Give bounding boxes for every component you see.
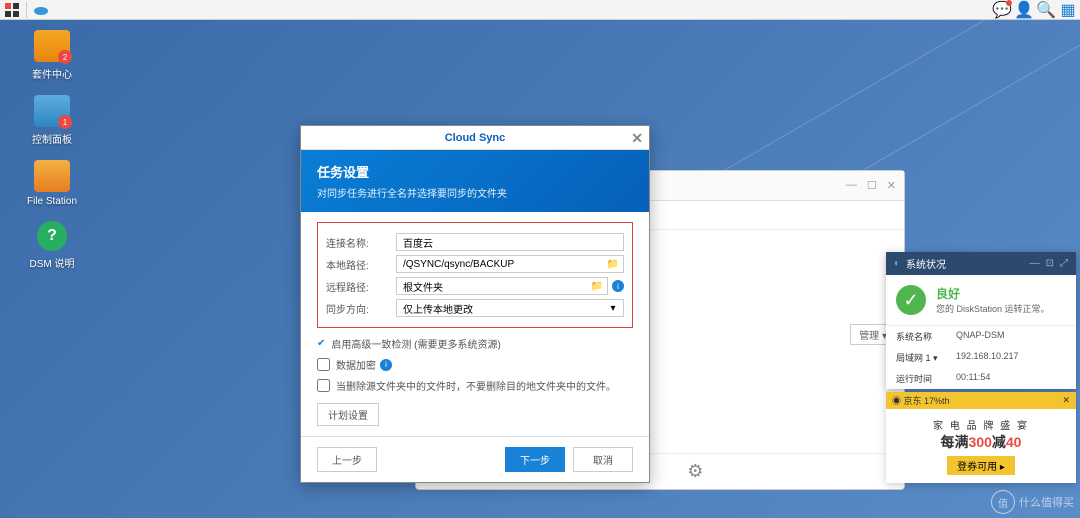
status-title: 系统状况	[906, 256, 946, 271]
close-icon[interactable]: ✕	[887, 179, 896, 192]
taskbar-cloudsync-icon[interactable]	[33, 2, 49, 18]
close-icon[interactable]: ✕	[631, 130, 643, 147]
status-ok-icon: ✓	[896, 285, 926, 315]
status-desc: 您的 DiskStation 运转正常。	[936, 302, 1050, 315]
taskbar-apps-icon[interactable]	[4, 2, 20, 18]
desktop-icon-file-station[interactable]: File Station	[20, 160, 84, 207]
system-status-widget: ◐ 系统状况 — ⊡ ⤢ ✓ 良好 您的 DiskStation 运转正常。 系…	[886, 252, 1076, 389]
cloud-sync-dialog: Cloud Sync ✕ 任务设置 对同步任务进行全名并选择要同步的文件夹 连接…	[300, 125, 650, 483]
taskbar: 💬 👤 🔍 ▦	[0, 0, 1080, 20]
minimize-icon[interactable]: —	[846, 179, 857, 192]
status-header[interactable]: ◐ 系统状况 — ⊡ ⤢	[886, 252, 1076, 275]
status-row: 系统名称QNAP-DSM	[886, 326, 1076, 347]
dialog-header: 任务设置 对同步任务进行全名并选择要同步的文件夹	[301, 150, 649, 212]
desktop-icon-control-panel[interactable]: 1 控制面板	[20, 95, 84, 146]
gear-icon[interactable]: ⚙	[687, 461, 703, 482]
checkbox-delete-note[interactable]: 当删除源文件夹中的文件时，不要删除目的地文件夹中的文件。	[317, 378, 633, 393]
watermark: 值 什么值得买	[991, 490, 1074, 514]
icon-label: 套件中心	[32, 66, 72, 81]
divider	[26, 2, 27, 18]
label-remote-path: 远程路径:	[326, 279, 396, 294]
status-row: 运行时间00:11:54	[886, 368, 1076, 389]
cancel-button[interactable]: 取消	[573, 447, 633, 472]
desktop-icon-dsm-help[interactable]: ? DSM 说明	[20, 221, 84, 270]
chevron-down-icon: ▾	[606, 301, 620, 315]
info-icon[interactable]: i	[612, 280, 624, 292]
dialog-title: Cloud Sync	[445, 132, 506, 144]
ad-close-icon[interactable]: ✕	[1062, 395, 1070, 406]
checkbox-encrypt[interactable]: 数据加密 i	[317, 357, 633, 372]
status-row: 局域网 1 ▾192.168.10.217	[886, 347, 1076, 368]
icon-label: File Station	[27, 196, 77, 207]
desktop-icons: 2 套件中心 1 控制面板 File Station ? DSM 说明	[20, 30, 84, 270]
ad-line2: 每满300减40	[894, 432, 1068, 452]
expand-icon[interactable]: ⤢	[1060, 258, 1068, 269]
folder-icon[interactable]: 📁	[590, 279, 604, 293]
header-title: 任务设置	[317, 162, 633, 181]
watermark-text: 什么值得买	[1019, 494, 1074, 510]
label-sync-direction: 同步方向:	[326, 301, 396, 316]
ad-line1: 家 电 品 牌 盛 宴	[894, 417, 1068, 432]
badge: 1	[58, 115, 72, 129]
taskbar-user-icon[interactable]: 👤	[1016, 2, 1032, 18]
info-icon[interactable]: i	[380, 359, 392, 371]
schedule-settings-button[interactable]: 计划设置	[317, 403, 379, 426]
taskbar-widgets-icon[interactable]: ▦	[1060, 2, 1076, 18]
checkbox-advanced-check[interactable]: ✔ 启用高级一致检测 (需要更多系统资源)	[317, 336, 633, 351]
icon-label: DSM 说明	[30, 255, 75, 270]
maximize-icon[interactable]: ☐	[867, 179, 877, 192]
label-connection-name: 连接名称:	[326, 235, 396, 250]
chevron-down-icon: ▾	[933, 353, 938, 363]
input-remote-path[interactable]: 根文件夹📁	[396, 277, 608, 295]
input-connection-name[interactable]: 百度云	[396, 233, 624, 251]
desktop-icon-package-center[interactable]: 2 套件中心	[20, 30, 84, 81]
watermark-badge: 值	[991, 490, 1015, 514]
badge: 2	[58, 50, 72, 64]
ad-source: ◉ 京东 17%th	[892, 394, 950, 407]
status-icon: ◐	[894, 258, 900, 269]
form-highlight-box: 连接名称: 百度云 本地路径: /QSYNC/qsync/BACKUP📁 远程路…	[317, 222, 633, 328]
minimize-icon[interactable]: —	[1030, 258, 1040, 269]
next-button[interactable]: 下一步	[505, 447, 565, 472]
ad-button[interactable]: 登券可用 ▸	[947, 456, 1015, 475]
select-sync-direction[interactable]: 仅上传本地更改▾	[396, 299, 624, 317]
pin-icon[interactable]: ⊡	[1046, 258, 1054, 269]
taskbar-search-icon[interactable]: 🔍	[1038, 2, 1054, 18]
label-local-path: 本地路径:	[326, 257, 396, 272]
input-local-path[interactable]: /QSYNC/qsync/BACKUP📁	[396, 255, 624, 273]
header-subtitle: 对同步任务进行全名并选择要同步的文件夹	[317, 185, 633, 200]
prev-button[interactable]: 上一步	[317, 447, 377, 472]
ad-widget: ◉ 京东 17%th ✕ 家 电 品 牌 盛 宴 每满300减40 登券可用 ▸	[886, 392, 1076, 483]
status-good: 良好	[936, 285, 1050, 302]
icon-label: 控制面板	[32, 131, 72, 146]
dialog-titlebar[interactable]: Cloud Sync ✕	[301, 126, 649, 150]
folder-icon[interactable]: 📁	[606, 257, 620, 271]
taskbar-notification-icon[interactable]: 💬	[994, 2, 1010, 18]
